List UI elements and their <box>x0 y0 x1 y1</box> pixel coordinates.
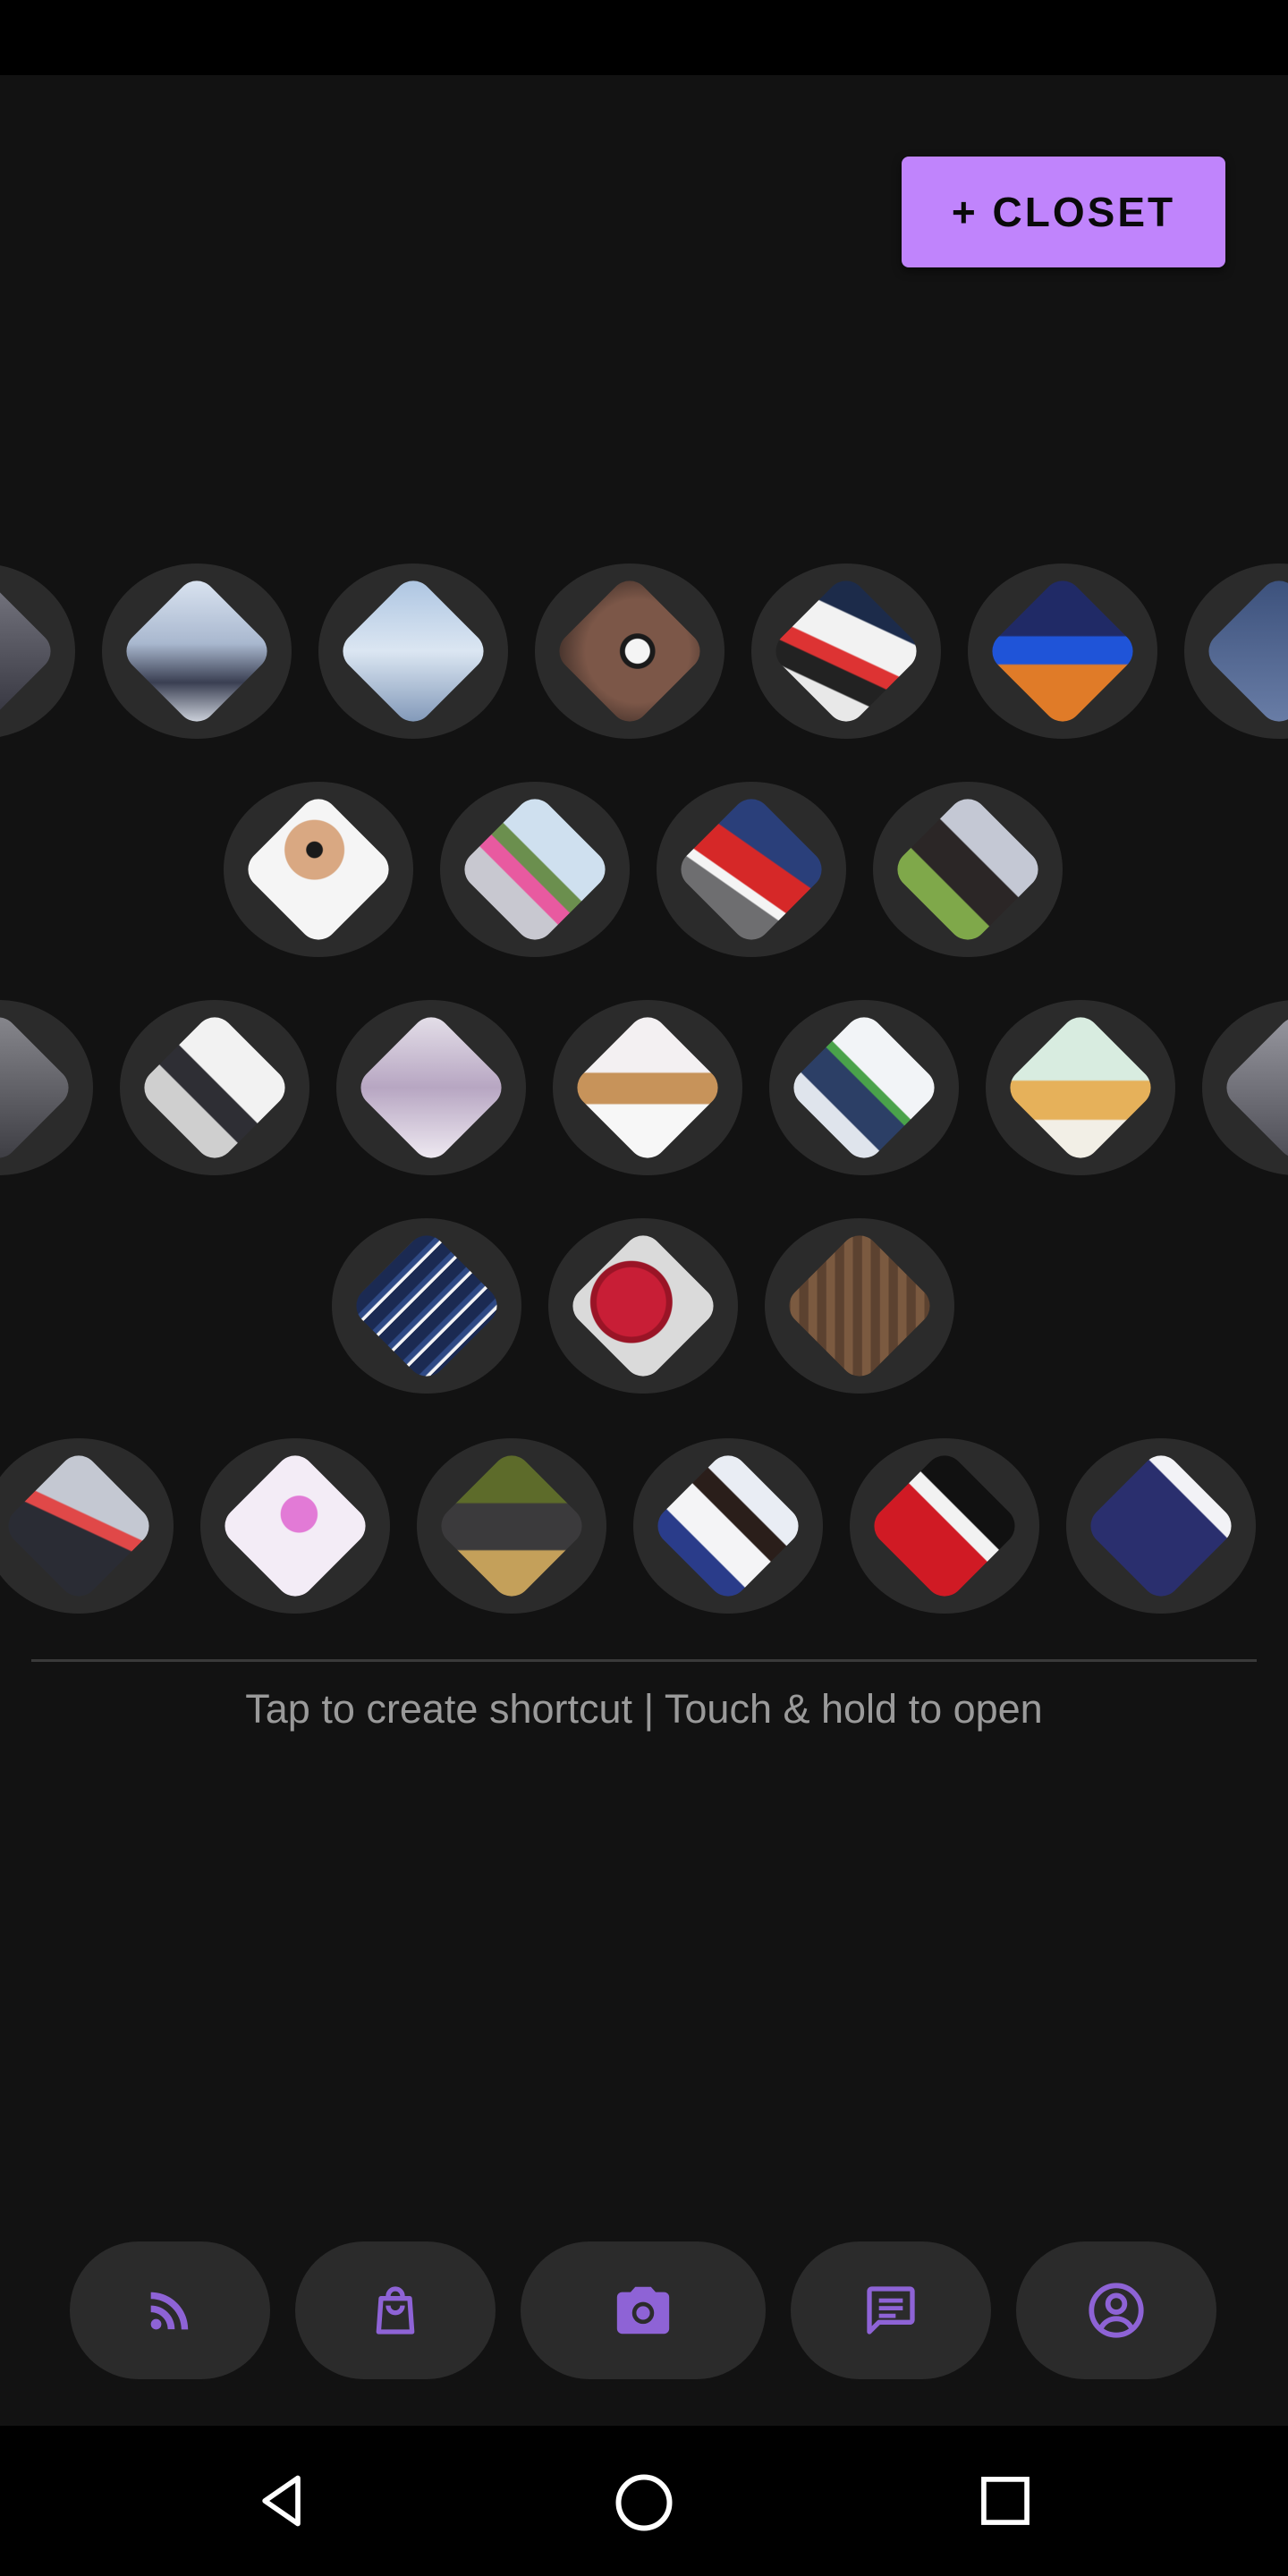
shortcut-tile[interactable] <box>332 1218 521 1394</box>
shortcut-tile[interactable] <box>986 1000 1175 1175</box>
message-icon <box>867 2286 915 2334</box>
shortcut-tile[interactable] <box>873 782 1063 957</box>
shortcut-tile[interactable] <box>0 1438 174 1614</box>
nav-shop-button[interactable] <box>295 2241 496 2379</box>
shopping-bag-icon <box>376 2286 415 2334</box>
shortcut-tile[interactable] <box>318 564 508 739</box>
shortcut-tile[interactable] <box>1202 1000 1288 1175</box>
nav-messages-button[interactable] <box>791 2241 991 2379</box>
shortcut-tile[interactable] <box>769 1000 959 1175</box>
recents-icon[interactable] <box>975 2470 1036 2531</box>
shortcut-tile[interactable] <box>120 1000 309 1175</box>
nav-feed-button[interactable] <box>70 2241 270 2379</box>
shortcut-row-3 <box>0 1000 1288 1175</box>
shortcut-tile[interactable] <box>0 564 75 739</box>
shortcut-tile[interactable] <box>102 564 292 739</box>
shortcut-tile[interactable] <box>633 1438 823 1614</box>
account-circle-icon <box>1089 2283 1144 2338</box>
rss-icon <box>150 2292 189 2330</box>
shortcut-tile[interactable] <box>440 782 630 957</box>
shortcut-tile[interactable] <box>657 782 846 957</box>
shortcut-tile[interactable] <box>751 564 941 739</box>
nav-camera-button[interactable] <box>521 2241 766 2379</box>
shortcut-row-5 <box>0 1438 1288 1614</box>
shortcut-tile[interactable] <box>553 1000 742 1175</box>
shortcut-tile[interactable] <box>336 1000 526 1175</box>
status-bar <box>0 0 1288 75</box>
shortcut-tile[interactable] <box>417 1438 606 1614</box>
shortcut-tile[interactable] <box>1066 1438 1256 1614</box>
shortcut-row-1 <box>0 564 1288 739</box>
shortcut-tile[interactable] <box>224 782 413 957</box>
back-icon[interactable] <box>252 2470 313 2531</box>
system-nav-bar <box>0 2426 1288 2576</box>
shortcut-tile[interactable] <box>850 1438 1039 1614</box>
camera-icon <box>616 2286 670 2334</box>
nav-profile-button[interactable] <box>1016 2241 1216 2379</box>
shortcut-row-4 <box>0 1218 1288 1394</box>
shortcut-tile[interactable] <box>200 1438 390 1614</box>
shortcut-tile[interactable] <box>535 564 724 739</box>
divider <box>31 1659 1257 1662</box>
shortcut-tile[interactable] <box>968 564 1157 739</box>
shortcut-tile[interactable] <box>765 1218 954 1394</box>
shortcut-tile[interactable] <box>548 1218 738 1394</box>
hint-text: Tap to create shortcut | Touch & hold to… <box>245 1686 1043 1732</box>
add-closet-button[interactable]: + CLOSET <box>902 157 1225 267</box>
shortcut-tile[interactable] <box>1184 564 1288 739</box>
shortcut-tile[interactable] <box>0 1000 93 1175</box>
home-icon[interactable] <box>612 2470 676 2535</box>
shortcut-row-2 <box>0 782 1288 957</box>
